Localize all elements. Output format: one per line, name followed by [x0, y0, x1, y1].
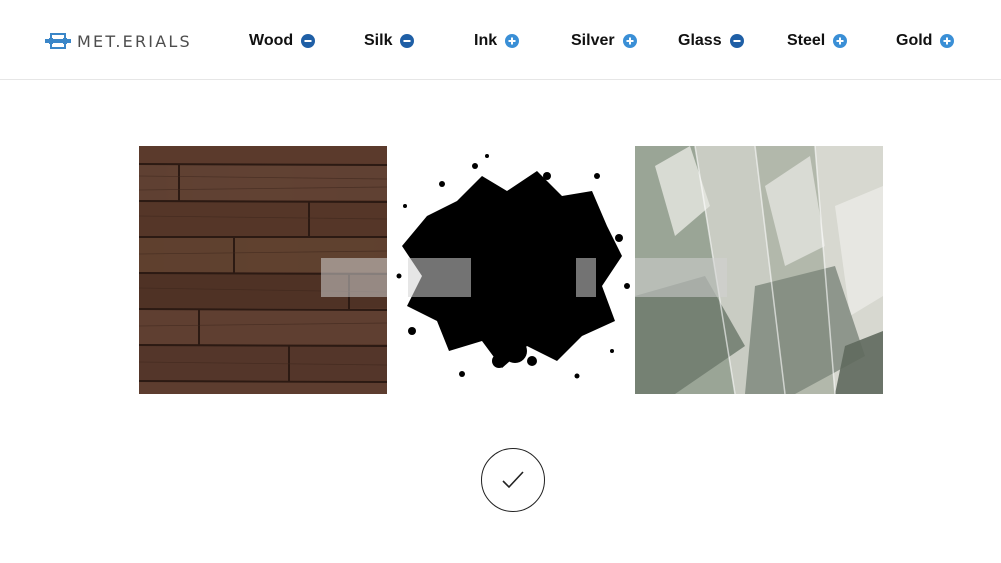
logo-mark-icon — [45, 33, 71, 49]
minus-circle-icon[interactable] — [729, 34, 744, 48]
plus-circle-icon[interactable] — [940, 34, 955, 48]
nav-item-wood[interactable]: Wood — [249, 30, 316, 52]
plus-circle-icon[interactable] — [833, 34, 848, 48]
nav-label: Silk — [364, 32, 393, 49]
brand-logo[interactable]: MET.ERIALS — [45, 30, 192, 52]
overlay-box — [408, 258, 471, 297]
nav-item-ink[interactable]: Ink — [474, 30, 520, 52]
nav-label: Steel — [787, 32, 826, 49]
plus-circle-icon[interactable] — [622, 34, 637, 48]
overlay-box — [635, 258, 727, 297]
nav-item-silk[interactable]: Silk — [364, 30, 415, 52]
nav-item-gold[interactable]: Gold — [896, 30, 955, 52]
minus-circle-icon[interactable] — [400, 34, 415, 48]
top-header: MET.ERIALS Wood Silk Ink Silver Glass St… — [0, 0, 1001, 80]
nav-label: Silver — [571, 32, 615, 49]
nav-label: Ink — [474, 32, 498, 49]
plus-circle-icon[interactable] — [505, 34, 520, 48]
nav-item-glass[interactable]: Glass — [678, 30, 744, 52]
minus-circle-icon[interactable] — [301, 34, 316, 48]
nav-item-silver[interactable]: Silver — [571, 30, 637, 52]
overlay-box — [576, 258, 596, 297]
nav-label: Glass — [678, 32, 722, 49]
nav-label: Gold — [896, 32, 933, 49]
overlay-box — [321, 258, 387, 297]
nav-item-steel[interactable]: Steel — [787, 30, 848, 52]
confirm-button[interactable] — [481, 448, 545, 512]
brand-name: MET.ERIALS — [77, 31, 192, 51]
checkmark-icon — [502, 471, 524, 489]
nav-label: Wood — [249, 32, 294, 49]
